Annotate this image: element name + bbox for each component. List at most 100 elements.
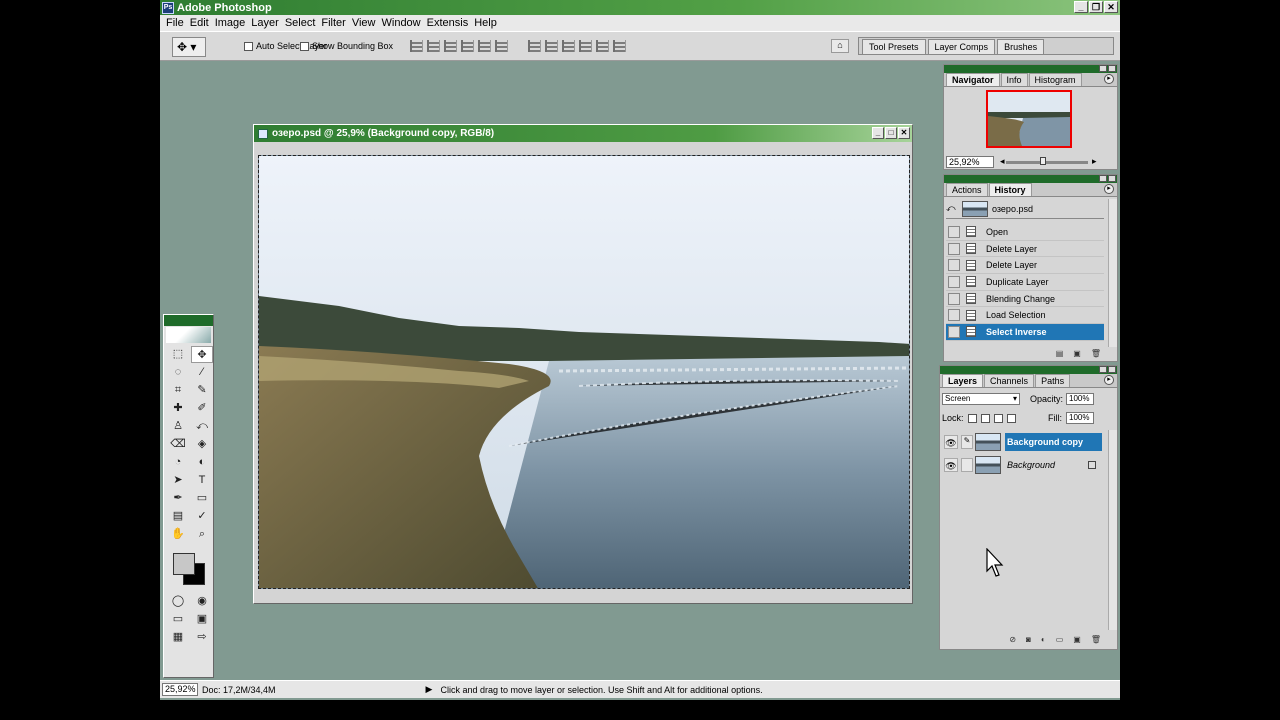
foreground-color-swatch[interactable]	[173, 553, 195, 575]
delete-layer-icon[interactable]: 🗑	[1091, 635, 1101, 649]
dodge-tool-icon[interactable]: ◐	[191, 454, 213, 471]
palette-minimize-button[interactable]	[1099, 366, 1107, 373]
delete-state-icon[interactable]: 🗑	[1091, 349, 1101, 361]
palette-title-bar[interactable]	[940, 366, 1117, 374]
history-step[interactable]: Open	[946, 224, 1104, 241]
file-browser-icon[interactable]: ⌂	[831, 39, 849, 53]
lock-transparency-icon[interactable]	[967, 413, 977, 423]
palette-menu-icon[interactable]: ▸	[1104, 74, 1114, 84]
document-title-bar[interactable]: озеро.psd @ 25,9% (Background copy, RGB/…	[254, 125, 912, 142]
history-snapshot[interactable]: ⤺ озеро.psd	[946, 199, 1104, 219]
new-snapshot-icon[interactable]: ▣	[1073, 349, 1081, 361]
history-source-checkbox[interactable]	[948, 225, 960, 238]
menu-extensis[interactable]: Extensis	[426, 17, 474, 29]
pen-tool-icon[interactable]: ✒	[167, 490, 189, 507]
crop-tool-icon[interactable]: ⌗	[167, 382, 189, 399]
marquee-tool-icon[interactable]: ⬚	[167, 346, 189, 363]
palette-minimize-button[interactable]	[1099, 175, 1107, 182]
slice-tool-icon[interactable]: ✎	[191, 382, 213, 399]
adobe-online-icon[interactable]	[166, 327, 211, 343]
distribute-hcenter-icon[interactable]	[596, 40, 609, 52]
layer-row-background-copy[interactable]: 👁 ✎ Background copy	[942, 431, 1102, 453]
zoom-in-icon[interactable]: ▸	[1092, 156, 1097, 167]
tool-preset-picker[interactable]: ✥ ▾	[172, 37, 206, 57]
jump-to-imageready-icon[interactable]: ⇨	[191, 629, 213, 646]
move-tool-icon[interactable]: ✥	[191, 346, 213, 363]
palette-menu-icon[interactable]: ▸	[1104, 375, 1114, 385]
tab-channels[interactable]: Channels	[984, 374, 1035, 387]
type-tool-icon[interactable]: T	[191, 472, 213, 489]
history-source-checkbox[interactable]	[948, 242, 960, 255]
menu-window[interactable]: Window	[381, 17, 426, 29]
palette-close-button[interactable]	[1108, 175, 1116, 182]
doc-maximize-button[interactable]: □	[885, 127, 897, 139]
notes-tool-icon[interactable]: ▤	[167, 508, 189, 525]
history-step-current[interactable]: Select Inverse	[946, 324, 1104, 341]
history-step[interactable]: Delete Layer	[946, 257, 1104, 275]
new-document-from-state-icon[interactable]: ▤	[1056, 349, 1064, 361]
distribute-left-icon[interactable]	[579, 40, 592, 52]
new-layer-set-icon[interactable]: ▭	[1056, 635, 1064, 649]
blur-tool-icon[interactable]: ◔	[167, 454, 189, 471]
palette-title-bar[interactable]	[944, 175, 1117, 183]
align-right-icon[interactable]	[495, 40, 508, 52]
full-screen-menu-mode-icon[interactable]: ▣	[191, 611, 213, 628]
history-scrollbar[interactable]	[1108, 199, 1117, 347]
image-canvas[interactable]	[258, 155, 910, 589]
brush-link-icon[interactable]: ✎	[961, 435, 973, 449]
palette-minimize-button[interactable]	[1099, 65, 1107, 72]
navigator-preview[interactable]	[986, 90, 1072, 148]
well-tab-layer-comps[interactable]: Layer Comps	[927, 39, 996, 54]
navigator-zoom-slider[interactable]	[1006, 161, 1088, 164]
menu-image[interactable]: Image	[214, 17, 251, 29]
history-step[interactable]: Blending Change	[946, 291, 1104, 308]
history-source-checkbox[interactable]	[948, 309, 960, 322]
history-step[interactable]: Duplicate Layer	[946, 274, 1104, 291]
tab-layers[interactable]: Layers	[942, 374, 984, 387]
zoom-slider-knob[interactable]	[1040, 157, 1046, 165]
minimize-button[interactable]: _	[1074, 1, 1088, 13]
restore-button[interactable]: ❐	[1089, 1, 1103, 13]
clone-stamp-tool-icon[interactable]: ♙	[167, 418, 189, 435]
doc-close-button[interactable]: ✕	[898, 127, 910, 139]
healing-brush-tool-icon[interactable]: ✚	[167, 400, 189, 417]
history-brush-source-icon[interactable]: ⤺	[946, 203, 958, 214]
lock-image-icon[interactable]	[980, 413, 990, 423]
quick-mask-mode-icon[interactable]: ◉	[191, 593, 213, 610]
path-selection-tool-icon[interactable]: ➤	[167, 472, 189, 489]
history-source-checkbox[interactable]	[948, 259, 960, 272]
eye-icon[interactable]: 👁	[944, 435, 958, 449]
hand-tool-icon[interactable]: ✋	[167, 526, 189, 543]
history-step[interactable]: Load Selection	[946, 307, 1104, 325]
zoom-tool-icon[interactable]: ⌕	[191, 526, 213, 543]
status-menu-arrow-icon[interactable]: ▶	[426, 684, 433, 695]
distribute-top-icon[interactable]	[528, 40, 541, 52]
distribute-right-icon[interactable]	[613, 40, 626, 52]
distribute-vcenter-icon[interactable]	[545, 40, 558, 52]
palette-title-bar[interactable]	[944, 65, 1117, 73]
standard-screen-mode-icon[interactable]: ▭	[167, 611, 189, 628]
align-left-icon[interactable]	[461, 40, 474, 52]
palette-close-button[interactable]	[1108, 65, 1116, 72]
lock-all-icon[interactable]	[1006, 413, 1016, 423]
tab-info[interactable]: Info	[1000, 73, 1028, 86]
distribute-bottom-icon[interactable]	[562, 40, 575, 52]
history-source-checkbox[interactable]	[948, 325, 960, 338]
doc-size-info[interactable]: Doc: 17,2M/34,4M	[202, 685, 276, 695]
align-top-icon[interactable]	[410, 40, 423, 52]
tab-paths[interactable]: Paths	[1035, 374, 1071, 387]
eraser-tool-icon[interactable]: ⌫	[167, 436, 189, 453]
well-tab-tool-presets[interactable]: Tool Presets	[862, 39, 926, 54]
link-slot[interactable]	[961, 458, 973, 472]
navigator-zoom-field[interactable]: 25,92%	[946, 156, 994, 168]
history-source-checkbox[interactable]	[948, 292, 960, 305]
align-vcenter-icon[interactable]	[427, 40, 440, 52]
layer-row-background[interactable]: 👁 Background	[942, 454, 1102, 476]
menu-view[interactable]: View	[351, 17, 381, 29]
palette-close-button[interactable]	[1108, 366, 1116, 373]
brush-tool-icon[interactable]: ✐	[191, 400, 213, 417]
document-window[interactable]: озеро.psd @ 25,9% (Background copy, RGB/…	[253, 124, 913, 604]
fill-field[interactable]: 100%	[1066, 412, 1094, 424]
well-tab-brushes[interactable]: Brushes	[997, 39, 1045, 54]
layers-scrollbar[interactable]	[1108, 430, 1117, 630]
